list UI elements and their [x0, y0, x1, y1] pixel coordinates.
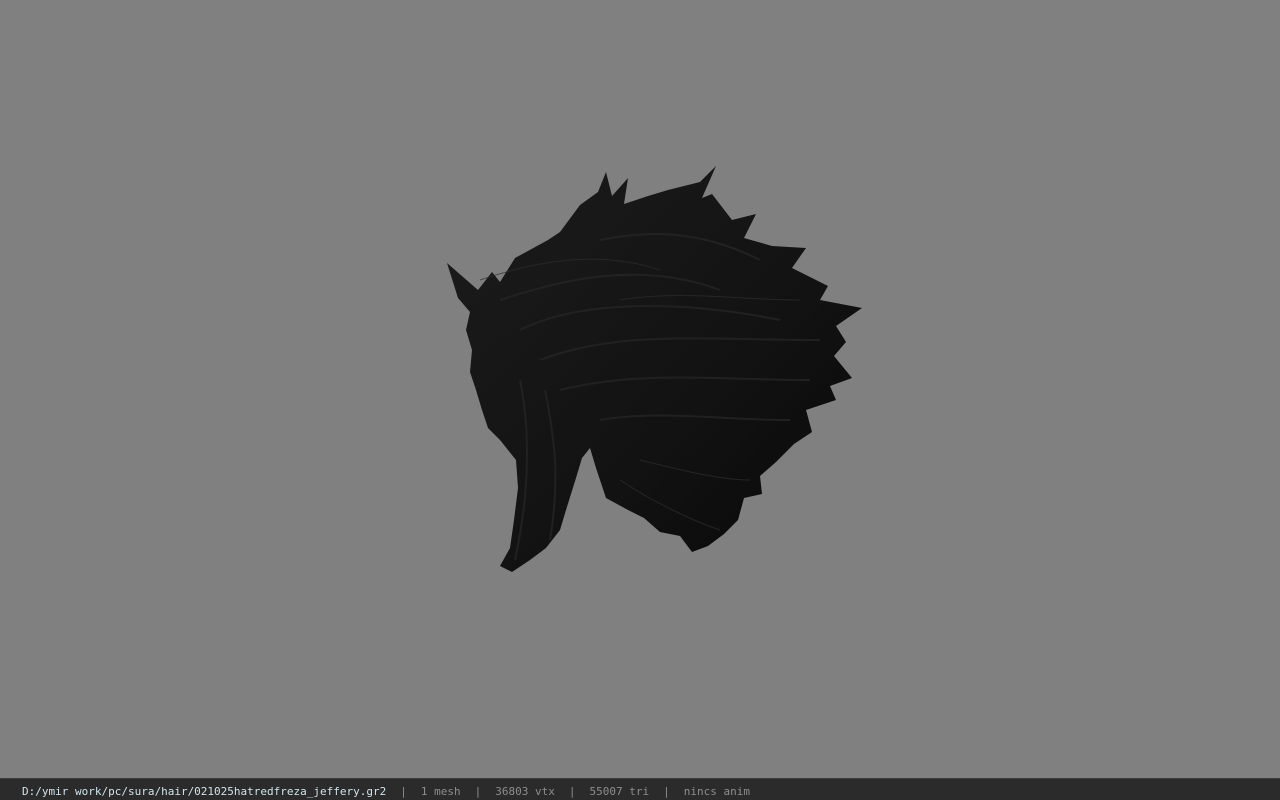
separator: | [568, 785, 576, 798]
status-bar: D:/ymir work/pc/sura/hair/021025hatredfr… [0, 778, 1280, 800]
separator: | [663, 785, 670, 798]
3d-viewport[interactable] [0, 0, 1280, 778]
vertex-count: 36803 vtx [495, 785, 555, 798]
triangle-count: 55007 tri [589, 785, 650, 798]
hair-model-render [447, 166, 862, 572]
separator: | [474, 785, 482, 798]
hair-mass [447, 166, 862, 572]
separator: | [400, 785, 407, 798]
file-path: D:/ymir work/pc/sura/hair/021025hatredfr… [22, 785, 387, 798]
anim-status: nincs anim [683, 785, 750, 798]
mesh-count: 1 mesh [420, 785, 461, 798]
